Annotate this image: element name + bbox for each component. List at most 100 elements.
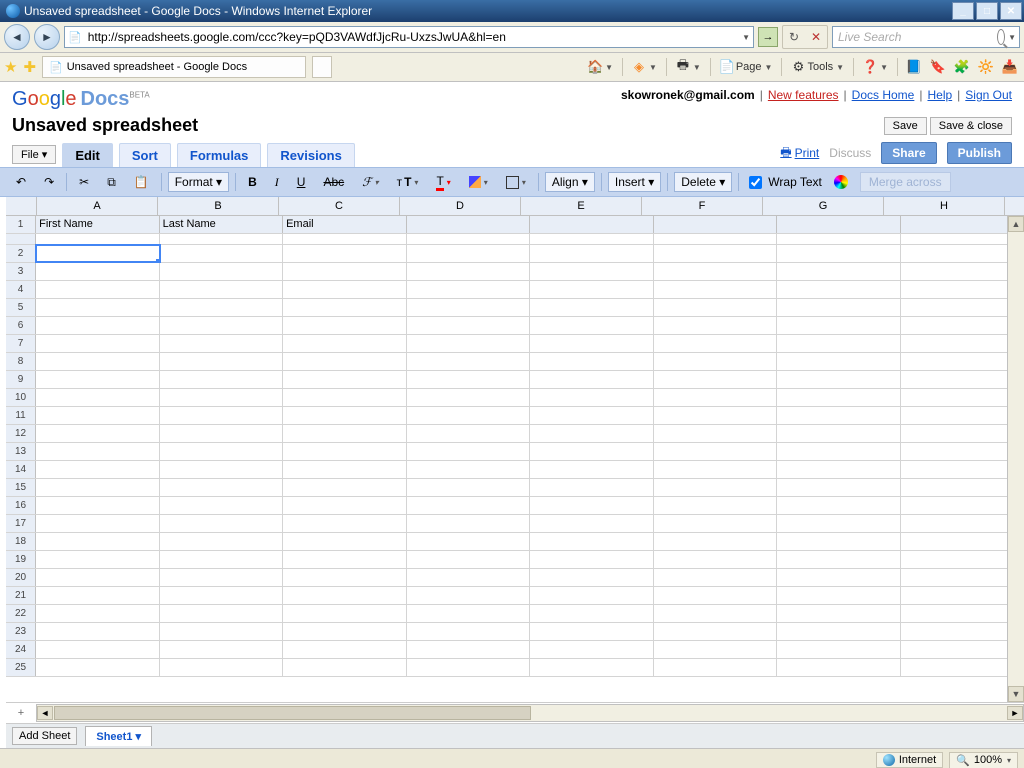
add-sheet-button[interactable]: Add Sheet [12,727,77,745]
strikethrough-button[interactable]: Abc [317,172,350,192]
cell-B5[interactable] [160,299,283,316]
cell-H16[interactable] [901,497,1024,514]
row-header[interactable]: 4 [6,281,36,298]
row-header[interactable]: 6 [6,317,36,334]
cell-A19[interactable] [36,551,159,568]
cell-H18[interactable] [901,533,1024,550]
scroll-up-arrow[interactable]: ▲ [1008,216,1024,232]
row-header[interactable]: 5 [6,299,36,316]
copy-button[interactable]: ⧉ [101,172,122,193]
cell-D4[interactable] [407,281,530,298]
color-picker-button[interactable] [828,172,854,192]
cell-A2[interactable] [36,245,159,262]
cell-D5[interactable] [407,299,530,316]
cell-A25[interactable] [36,659,159,676]
scroll-thumb[interactable] [54,706,531,720]
cell-G16[interactable] [777,497,900,514]
cell-A24[interactable] [36,641,159,658]
new-tab-button[interactable] [312,56,332,78]
cell-G2[interactable] [777,245,900,262]
cell-C8[interactable] [283,353,406,370]
cell-H19[interactable] [901,551,1024,568]
cell-D21[interactable] [407,587,530,604]
cell-C16[interactable] [283,497,406,514]
cell-H6[interactable] [901,317,1024,334]
cell-H15[interactable] [901,479,1024,496]
cell-G[interactable] [777,234,900,244]
wrap-text-toggle[interactable]: Wrap Text [745,173,822,192]
cell-D7[interactable] [407,335,530,352]
row-header[interactable]: 13 [6,443,36,460]
cell-D[interactable] [407,234,530,244]
borders-button[interactable]: ▾ [500,173,532,192]
cell-C14[interactable] [283,461,406,478]
cell-D15[interactable] [407,479,530,496]
security-zone-panel[interactable]: Internet [876,752,943,768]
cell-B20[interactable] [160,569,283,586]
cell-C19[interactable] [283,551,406,568]
cell-G19[interactable] [777,551,900,568]
forward-button[interactable]: ► [34,24,60,50]
cell-H14[interactable] [901,461,1024,478]
print-button[interactable]: 🖶▼ [673,59,704,75]
cell-A16[interactable] [36,497,159,514]
cell-B22[interactable] [160,605,283,622]
cell-G25[interactable] [777,659,900,676]
scroll-left-arrow[interactable]: ◄ [37,706,53,720]
cell-H20[interactable] [901,569,1024,586]
cell-D12[interactable] [407,425,530,442]
print-link[interactable]: 🖶Print [780,143,819,164]
add-row-indicator[interactable]: + [6,707,36,719]
paste-button[interactable]: 📋 [128,172,155,192]
cell-E2[interactable] [530,245,653,262]
tab-sort[interactable]: Sort [119,143,171,167]
column-header-G[interactable]: G [763,197,884,215]
cell-H12[interactable] [901,425,1024,442]
cell-A10[interactable] [36,389,159,406]
sign-out-link[interactable]: Sign Out [965,88,1012,102]
cell-G9[interactable] [777,371,900,388]
cell-H22[interactable] [901,605,1024,622]
cell-C25[interactable] [283,659,406,676]
cell-F18[interactable] [654,533,777,550]
cell-D24[interactable] [407,641,530,658]
cell-C21[interactable] [283,587,406,604]
cell-A9[interactable] [36,371,159,388]
search-provider-dropdown[interactable]: ▼ [1008,33,1016,42]
cell-C18[interactable] [283,533,406,550]
row-header[interactable]: 15 [6,479,36,496]
cell-E21[interactable] [530,587,653,604]
docs-home-link[interactable]: Docs Home [852,88,915,102]
cell-E22[interactable] [530,605,653,622]
cell-H4[interactable] [901,281,1024,298]
cell-E12[interactable] [530,425,653,442]
cell-A[interactable] [36,234,159,244]
scroll-right-arrow[interactable]: ► [1007,706,1023,720]
cell-F5[interactable] [654,299,777,316]
row-header[interactable]: 18 [6,533,36,550]
cut-button[interactable]: ✂ [73,172,95,192]
underline-button[interactable]: U [291,172,312,192]
cell-A11[interactable] [36,407,159,424]
cell-B2[interactable] [160,245,283,262]
cell-F21[interactable] [654,587,777,604]
cell-E13[interactable] [530,443,653,460]
maximize-button[interactable]: □ [976,2,998,20]
cell-H25[interactable] [901,659,1024,676]
cell-G5[interactable] [777,299,900,316]
cell-D1[interactable] [407,216,530,233]
row-header[interactable]: 17 [6,515,36,532]
select-all-corner[interactable] [6,197,37,215]
cell-B7[interactable] [160,335,283,352]
cell-F19[interactable] [654,551,777,568]
cell-E14[interactable] [530,461,653,478]
cell-E8[interactable] [530,353,653,370]
cell-H3[interactable] [901,263,1024,280]
cell-A17[interactable] [36,515,159,532]
align-menu[interactable]: Align ▾ [545,172,595,192]
cell-E[interactable] [530,234,653,244]
help-button[interactable]: ❓▼ [860,59,891,75]
cell-B17[interactable] [160,515,283,532]
cell-F4[interactable] [654,281,777,298]
row-header[interactable]: 3 [6,263,36,280]
